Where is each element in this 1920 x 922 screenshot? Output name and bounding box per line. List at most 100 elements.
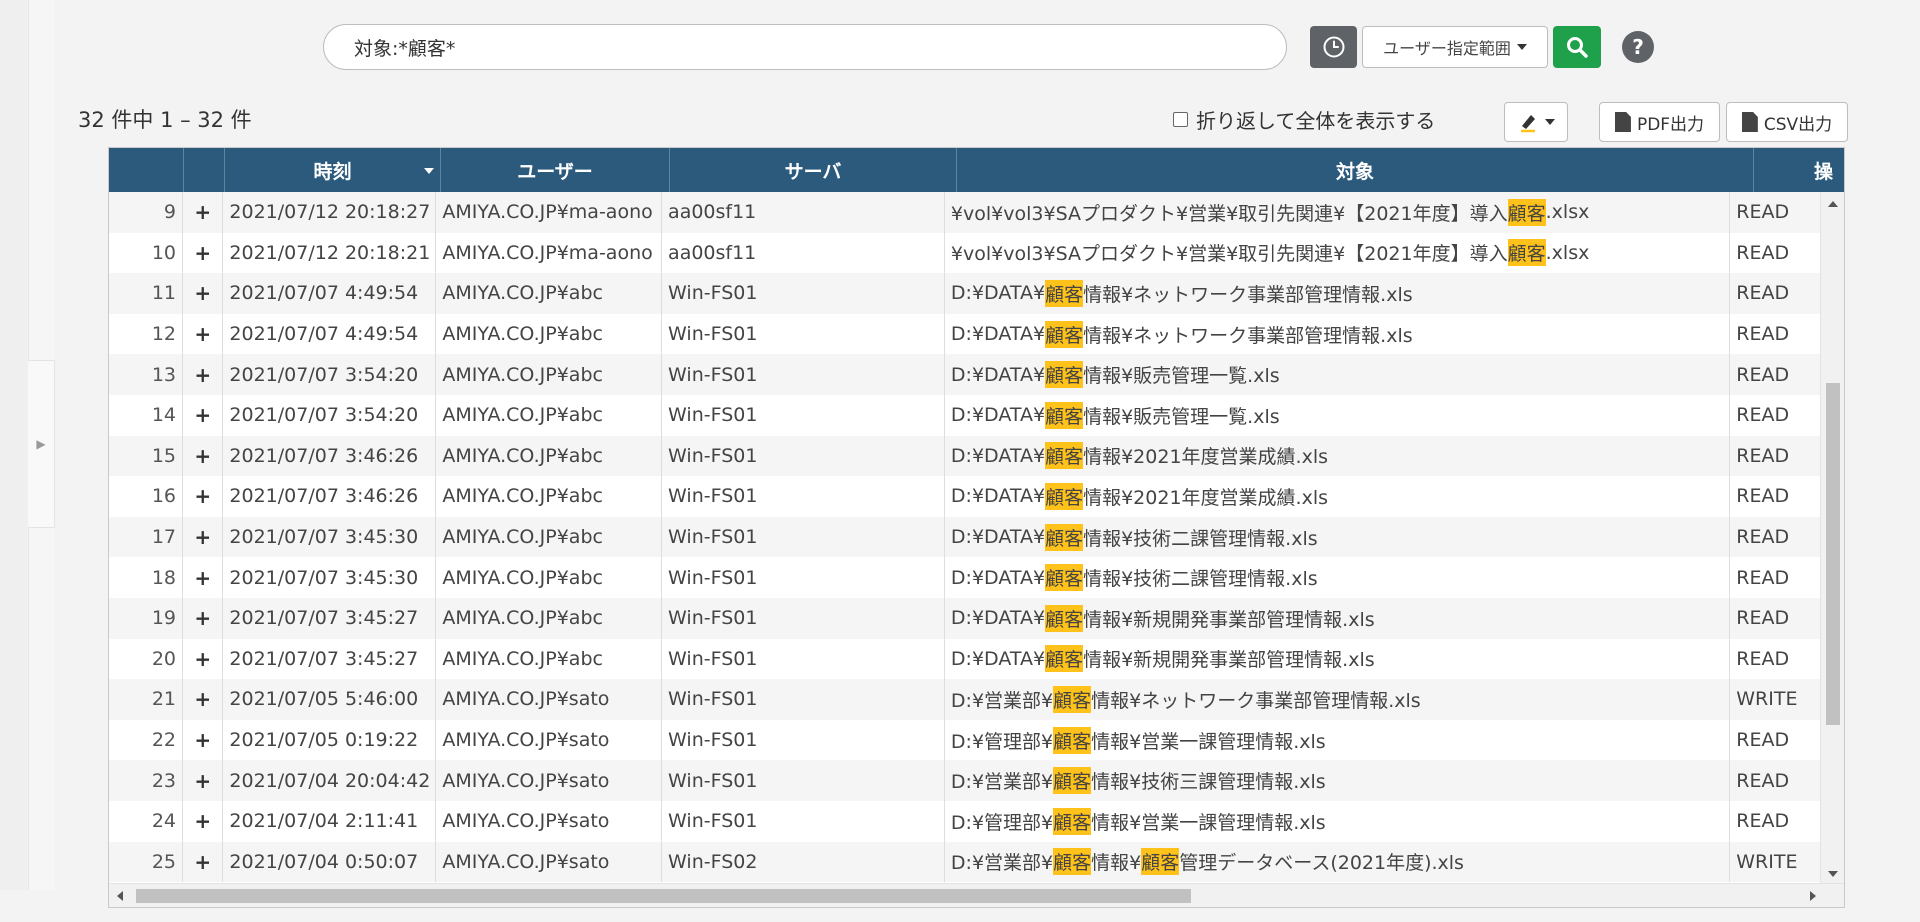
scroll-right-arrow-icon[interactable] [1810,891,1816,901]
scroll-down-arrow-icon[interactable] [1828,871,1838,877]
table-row[interactable]: 18 +2021/07/07 3:45:30 AMIYA.CO.JP¥abc Win-… [109,557,1821,598]
search-box[interactable] [323,24,1287,70]
pdf-export-button[interactable]: PDF出力 [1599,102,1720,142]
table-row[interactable]: 10 +2021/07/12 20:18:21 AMIYA.CO.JP¥ma-aon… [109,232,1821,274]
plus-icon: + [194,849,212,874]
table-row[interactable]: 23 +2021/07/04 20:04:42 AMIYA.CO.JP¥sato Wi… [109,760,1821,801]
table-row[interactable]: 22 +2021/07/05 0:19:22 AMIYA.CO.JP¥sato Win… [109,719,1821,761]
expand-row-button[interactable]: + [183,800,224,842]
expand-row-button[interactable]: + [183,232,224,274]
expand-row-button[interactable]: + [183,679,224,720]
range-dropdown[interactable]: ユーザー指定範囲 [1362,26,1548,68]
table-row[interactable]: 25 +2021/07/04 0:50:07 AMIYA.CO.JP¥sato Win… [109,841,1821,883]
target-path-prefix: D:¥DATA¥ [950,526,1046,549]
operation-cell: READ [1730,557,1821,598]
plus-icon: + [194,281,212,306]
table-row[interactable]: 14 +2021/07/07 3:54:20 AMIYA.CO.JP¥abc Win-… [109,394,1821,436]
server-cell: Win-FS01 [662,760,945,801]
plus-icon: + [194,768,212,793]
table-row[interactable]: 20 +2021/07/07 3:45:27 AMIYA.CO.JP¥abc Win-… [109,638,1821,680]
table-row[interactable]: 15 +2021/07/07 3:46:26 AMIYA.CO.JP¥abc Win-… [109,435,1821,477]
user-cell: AMIYA.CO.JP¥abc [436,516,663,558]
pdf-export-label: PDF出力 [1636,114,1705,135]
row-number: 20 [109,638,183,680]
wrap-checkbox[interactable] [1173,112,1188,127]
target-path-prefix: D:¥営業部¥ [950,852,1054,875]
csv-export-button[interactable]: CSV出力 [1726,102,1848,142]
horizontal-scrollbar[interactable] [109,883,1844,907]
server-cell: aa00sf11 [662,232,945,274]
operation-cell: READ [1730,232,1821,274]
column-header-user[interactable]: ユーザー [441,148,670,192]
search-match-highlight: 顧客 [1045,442,1084,470]
expand-row-button[interactable]: + [183,394,224,436]
target-path-suffix: .xlsx [1545,201,1590,224]
table-row[interactable]: 9 +2021/07/12 20:18:27 AMIYA.CO.JP¥ma-aono… [109,192,1821,233]
expand-row-button[interactable]: + [183,760,224,801]
table-row[interactable]: 16 +2021/07/07 3:46:26 AMIYA.CO.JP¥abc Win-… [109,476,1821,517]
table-row[interactable]: 17 +2021/07/07 3:45:30 AMIYA.CO.JP¥abc Win-… [109,516,1821,558]
expand-row-button[interactable]: + [183,476,224,517]
expand-row-button[interactable]: + [183,719,224,761]
target-cell: D:¥DATA¥ 顧客 情報¥新規開発事業部管理情報.xls [945,638,1731,680]
expand-panel-button[interactable]: ▶ [28,360,55,528]
log-table: 時刻 ユーザー サーバ 対象 操 9 +2021/07/12 20:18:27 AM… [108,147,1845,908]
expand-row-button[interactable]: + [183,597,224,639]
wrap-toggle[interactable]: 折り返して全体を表示する [1173,105,1435,134]
expand-row-button[interactable]: + [183,435,224,477]
search-match-highlight: 顧客 [1053,767,1092,795]
server-cell: Win-FS01 [662,557,945,598]
expand-row-button[interactable]: + [183,638,224,680]
expand-row-button[interactable]: + [183,516,224,558]
scroll-up-arrow-icon[interactable] [1828,201,1838,207]
user-cell: AMIYA.CO.JP¥sato [436,760,663,801]
user-cell: AMIYA.CO.JP¥ma-aono [436,232,663,274]
operation-cell: WRITE [1730,841,1821,883]
expand-row-button[interactable]: + [183,841,224,883]
user-cell: AMIYA.CO.JP¥abc [436,273,663,314]
server-cell: Win-FS01 [662,273,945,314]
wrap-label: 折り返して全体を表示する [1196,109,1436,133]
plus-icon: + [194,240,212,265]
column-header-time[interactable]: 時刻 [225,148,441,192]
vertical-scrollbar[interactable] [1820,192,1844,885]
search-match-highlight: 顧客 [1045,645,1084,673]
expand-row-button[interactable]: + [183,557,224,598]
search-input[interactable] [354,36,1286,58]
row-number: 25 [109,841,183,883]
table-row[interactable]: 19 +2021/07/07 3:45:27 AMIYA.CO.JP¥abc Win-… [109,597,1821,639]
operation-cell: READ [1730,760,1821,801]
operation-cell: READ [1730,273,1821,314]
expand-row-button[interactable]: + [183,192,224,233]
column-header-target[interactable]: 対象 [957,148,1754,192]
row-number: 15 [109,435,183,477]
table-row[interactable]: 11 +2021/07/07 4:49:54 AMIYA.CO.JP¥abc Win-… [109,273,1821,314]
expand-row-button[interactable]: + [183,273,224,314]
search-button[interactable] [1553,26,1601,68]
target-path-prefix: D:¥営業部¥ [950,689,1054,712]
user-cell: AMIYA.CO.JP¥abc [436,557,663,598]
target-path-suffix: 情報¥技術三課管理情報.xls [1091,771,1326,794]
column-header-operation[interactable]: 操 [1754,148,1844,192]
server-cell: Win-FS01 [662,435,945,477]
table-row[interactable]: 13 +2021/07/07 3:54:20 AMIYA.CO.JP¥abc Win-… [109,354,1821,395]
table-row[interactable]: 12 +2021/07/07 4:49:54 AMIYA.CO.JP¥abc Win-… [109,313,1821,355]
column-header-server[interactable]: サーバ [670,148,957,192]
highlight-dropdown-button[interactable] [1504,102,1568,142]
target-path-suffix: 情報¥販売管理一覧.xls [1083,405,1280,428]
help-button[interactable]: ? [1622,31,1654,63]
table-row[interactable]: 24 +2021/07/04 2:11:41 AMIYA.CO.JP¥sato Win… [109,800,1821,842]
vertical-scroll-thumb[interactable] [1826,383,1840,725]
expand-row-button[interactable]: + [183,354,224,395]
scroll-left-arrow-icon[interactable] [117,891,123,901]
time-history-button[interactable] [1310,26,1357,68]
table-row[interactable]: 21 +2021/07/05 5:46:00 AMIYA.CO.JP¥sato Win… [109,679,1821,720]
clock-icon [1323,36,1344,58]
time-cell: 2021/07/07 3:46:26 [223,476,437,517]
user-cell: AMIYA.CO.JP¥abc [436,476,663,517]
range-dropdown-label: ユーザー指定範囲 [1383,39,1511,58]
expand-row-button[interactable]: + [183,313,224,355]
horizontal-scroll-thumb[interactable] [136,889,1191,903]
target-path-suffix: 情報¥技術二課管理情報.xls [1083,527,1318,550]
target-path-suffix: 情報¥ [1091,852,1142,875]
